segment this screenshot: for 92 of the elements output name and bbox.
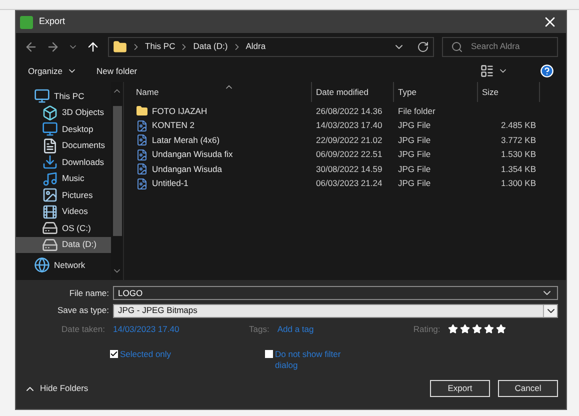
sidebar-item[interactable]: 3D Objects <box>16 104 111 121</box>
star-icon <box>472 324 482 334</box>
address-bar[interactable]: This PC Data (D:) Aldra <box>108 36 434 56</box>
star-icon <box>460 324 470 334</box>
hide-folders-button[interactable]: Hide Folders <box>24 382 88 395</box>
check-icon <box>110 350 118 358</box>
image-file-icon <box>136 163 148 176</box>
breadcrumb-item[interactable]: Aldra <box>246 40 266 53</box>
sidebar-item[interactable]: Downloads <box>16 154 111 170</box>
organize-button[interactable]: Organize <box>28 64 76 78</box>
file-name[interactable]: Latar Merah (4x6) <box>152 134 220 147</box>
field-label: File name: <box>68 286 109 300</box>
file-name[interactable]: FOTO IJAZAH <box>152 104 208 118</box>
sidebar-item[interactable]: Desktop <box>16 121 111 138</box>
image-file-icon <box>136 148 148 161</box>
music-note-icon <box>42 170 58 187</box>
column-header[interactable]: Date modified <box>312 82 394 102</box>
file-name[interactable]: Undangan Wisuda fix <box>152 148 233 162</box>
date-cell: 22/09/2022 21.02 <box>316 134 382 145</box>
new-folder-button[interactable]: New folder <box>96 64 138 78</box>
refresh-icon[interactable] <box>417 40 429 52</box>
checkbox[interactable] <box>265 350 273 358</box>
size-cell: 1.300 KB <box>501 178 536 188</box>
sidebar-item[interactable]: Pictures <box>16 187 111 204</box>
file-name[interactable]: Untitled-1 <box>152 177 188 190</box>
type-cell: JPG File <box>398 134 431 145</box>
search-field[interactable]: Search Aldra <box>442 36 558 56</box>
date-cell: 06/03/2023 21.24 <box>316 178 382 188</box>
column-header[interactable]: Size <box>478 82 540 102</box>
metadata-label: Tags: <box>249 322 270 336</box>
drive-icon <box>42 236 58 253</box>
sidebar-item[interactable]: Documents <box>16 138 111 154</box>
window-title: Export <box>39 15 66 28</box>
type-cell: JPG File <box>398 149 431 160</box>
picture-icon <box>42 187 58 204</box>
breadcrumb-item[interactable]: Data (D:) <box>193 40 228 53</box>
network-icon <box>34 257 50 274</box>
star-rating[interactable] <box>448 324 506 334</box>
folder-icon <box>113 40 127 54</box>
sidebar-item[interactable]: Network <box>16 257 111 274</box>
size-cell: 1.354 KB <box>501 164 536 174</box>
drive-icon <box>42 220 58 236</box>
dialog-button[interactable]: Export <box>430 380 490 397</box>
type-cell: JPG File <box>398 164 431 174</box>
help-icon[interactable] <box>540 64 554 78</box>
document-icon <box>42 138 58 154</box>
sidebar-item[interactable]: OS (C:) <box>16 220 111 236</box>
field-label: Save as type: <box>56 304 109 317</box>
metadata-label: Date taken: <box>60 322 106 336</box>
sidebar-item[interactable]: Videos <box>16 204 111 220</box>
scroll-thumb[interactable] <box>112 106 122 236</box>
date-cell: 26/08/2022 14.36 <box>316 106 382 116</box>
date-cell: 06/09/2022 22.51 <box>316 149 382 160</box>
sidebar-item[interactable]: Music <box>16 170 111 187</box>
monitor-icon <box>42 121 58 138</box>
image-file-icon <box>136 134 148 146</box>
type-cell: JPG File <box>398 120 431 130</box>
date-cell: 14/03/2023 17.40 <box>316 120 382 130</box>
type-cell: File folder <box>398 106 436 116</box>
file-name[interactable]: KONTEN 2 <box>152 119 195 132</box>
sidebar-item[interactable]: Data (D:) <box>16 236 111 253</box>
checkbox[interactable] <box>110 350 118 358</box>
download-icon <box>42 154 58 170</box>
view-options-icon[interactable] <box>480 64 494 78</box>
monitor-icon <box>34 88 50 104</box>
file-type-dropdown[interactable]: JPG - JPEG Bitmaps <box>113 304 558 318</box>
search-icon <box>451 40 463 52</box>
file-name[interactable]: Undangan Wisuda <box>152 162 222 176</box>
column-header[interactable]: Name <box>132 82 312 102</box>
column-header[interactable]: Type <box>394 82 478 102</box>
star-icon <box>496 324 506 334</box>
image-file-icon <box>136 120 148 132</box>
size-cell: 3.772 KB <box>501 134 536 145</box>
metadata-label: Rating: <box>413 322 442 336</box>
star-icon <box>484 324 494 334</box>
cube-icon <box>42 104 58 121</box>
type-cell: JPG File <box>398 178 431 188</box>
file-name-field[interactable]: LOGO <box>113 286 558 300</box>
star-icon <box>448 324 458 334</box>
date-cell: 30/08/2022 14.59 <box>316 164 382 174</box>
sidebar-item[interactable]: This PC <box>16 88 111 104</box>
image-file-icon <box>136 178 148 190</box>
up-icon[interactable] <box>86 40 100 54</box>
size-cell: 2.485 KB <box>501 120 536 130</box>
breadcrumb-item[interactable]: This PC <box>145 40 176 53</box>
dialog-button[interactable]: Cancel <box>498 380 558 397</box>
size-cell: 1.530 KB <box>501 149 536 160</box>
film-icon <box>42 204 58 220</box>
forward-icon[interactable] <box>46 40 60 54</box>
folder-icon <box>136 105 148 118</box>
app-logo-icon <box>20 16 33 28</box>
back-icon[interactable] <box>24 40 38 54</box>
